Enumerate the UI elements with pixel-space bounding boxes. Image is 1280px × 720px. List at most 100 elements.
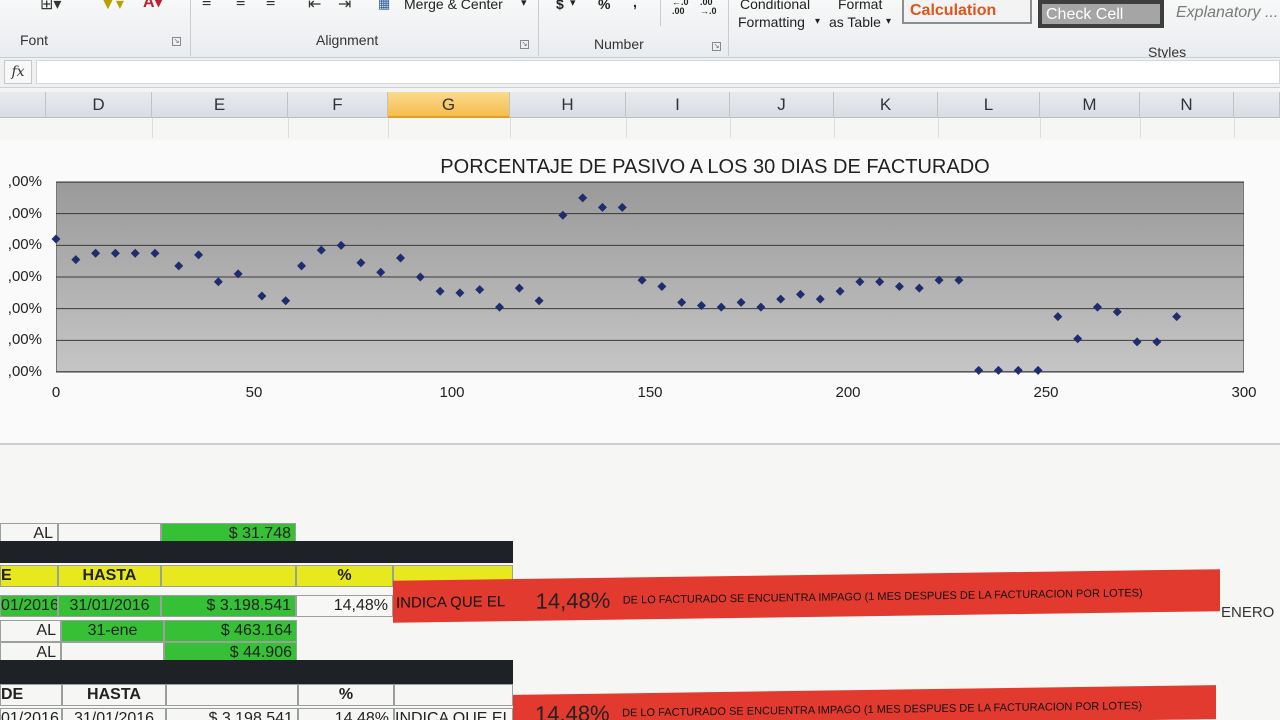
- column-header-f[interactable]: F: [288, 92, 388, 118]
- data-point[interactable]: [558, 210, 568, 220]
- comma-button[interactable]: ,: [633, 0, 637, 10]
- data-point[interactable]: [1172, 312, 1182, 322]
- data-point[interactable]: [130, 248, 140, 258]
- format-table-dropdown-icon[interactable]: ▾: [886, 16, 891, 27]
- format-table-label-1[interactable]: Format: [838, 0, 882, 12]
- data-point[interactable]: [1092, 302, 1102, 312]
- currency-dropdown-icon[interactable]: ▾: [570, 0, 576, 9]
- data-point[interactable]: [336, 240, 346, 250]
- column-header-n[interactable]: N: [1140, 92, 1234, 118]
- cell-value-2[interactable]: $ 463.164: [164, 620, 297, 642]
- column-header-partial[interactable]: [0, 92, 46, 118]
- align-center-icon[interactable]: ≡: [236, 0, 245, 12]
- merge-center-button[interactable]: Merge & Center: [404, 0, 503, 12]
- data-point[interactable]: [776, 294, 786, 304]
- currency-button[interactable]: $: [556, 0, 564, 12]
- cell-pct[interactable]: 14,48%: [296, 595, 393, 617]
- fill-color-icon[interactable]: ▼▾: [100, 0, 124, 14]
- column-header-e[interactable]: E: [152, 92, 288, 118]
- data-point[interactable]: [376, 267, 386, 277]
- header-pct[interactable]: %: [296, 565, 393, 587]
- data-point[interactable]: [1132, 337, 1142, 347]
- data-point[interactable]: [1033, 365, 1043, 375]
- header-pct-2[interactable]: %: [298, 684, 394, 706]
- data-point[interactable]: [316, 245, 326, 255]
- data-point[interactable]: [835, 286, 845, 296]
- data-point[interactable]: [257, 291, 267, 301]
- insert-function-button[interactable]: fx: [4, 60, 32, 84]
- cell-hasta-date[interactable]: 31/01/2016: [58, 595, 161, 617]
- cell-total-value[interactable]: $ 3.198.541: [161, 595, 296, 617]
- conditional-formatting-label-2[interactable]: Formatting: [738, 14, 805, 30]
- data-point[interactable]: [1053, 312, 1063, 322]
- data-point[interactable]: [455, 288, 465, 298]
- cell-hasta-date-2[interactable]: 31/01/2016: [62, 708, 166, 720]
- data-point[interactable]: [795, 289, 805, 299]
- data-point[interactable]: [110, 248, 120, 258]
- data-point[interactable]: [974, 365, 984, 375]
- header-empty[interactable]: [166, 684, 298, 706]
- data-point[interactable]: [297, 261, 307, 271]
- data-point[interactable]: [716, 302, 726, 312]
- data-point[interactable]: [514, 283, 524, 293]
- data-point[interactable]: [51, 234, 61, 244]
- data-point[interactable]: [475, 285, 485, 295]
- number-launcher-icon[interactable]: ↘: [712, 42, 721, 51]
- header-empty[interactable]: [161, 565, 296, 587]
- data-point[interactable]: [993, 365, 1003, 375]
- percent-button[interactable]: %: [598, 0, 610, 12]
- font-launcher-icon[interactable]: ↘: [172, 37, 181, 46]
- data-point[interactable]: [756, 302, 766, 312]
- data-point[interactable]: [356, 258, 366, 268]
- header-desde-2[interactable]: DE: [0, 684, 62, 706]
- header-hasta[interactable]: HASTA: [58, 565, 161, 587]
- header-desde[interactable]: E: [0, 565, 58, 587]
- column-header-k[interactable]: K: [834, 92, 938, 118]
- cell-pct-2[interactable]: 14,48%: [298, 708, 394, 720]
- data-point[interactable]: [91, 248, 101, 258]
- data-point[interactable]: [597, 202, 607, 212]
- column-header-i[interactable]: I: [626, 92, 730, 118]
- data-point[interactable]: [1152, 337, 1162, 347]
- borders-icon[interactable]: ⊞▾: [40, 0, 61, 14]
- conditional-formatting-dropdown-icon[interactable]: ▾: [815, 16, 820, 27]
- cell-al-2[interactable]: AL: [0, 620, 61, 642]
- decrease-indent-icon[interactable]: ⇤: [308, 0, 321, 14]
- conditional-formatting-label-1[interactable]: Conditional: [740, 0, 810, 12]
- align-left-icon[interactable]: ≡: [202, 0, 211, 12]
- data-point[interactable]: [435, 286, 445, 296]
- data-point[interactable]: [894, 282, 904, 291]
- chart[interactable]: PORCENTAJE DE PASIVO A LOS 30 DIAS DE FA…: [0, 140, 1280, 445]
- cell-desde-date[interactable]: 01/2016: [0, 595, 58, 617]
- data-point[interactable]: [815, 294, 825, 304]
- align-right-icon[interactable]: ≡: [266, 0, 275, 12]
- data-point[interactable]: [617, 202, 627, 212]
- data-point[interactable]: [534, 296, 544, 306]
- data-point[interactable]: [396, 253, 406, 263]
- data-point[interactable]: [281, 296, 291, 306]
- column-header-l[interactable]: L: [938, 92, 1040, 118]
- data-point[interactable]: [1013, 365, 1023, 375]
- data-point[interactable]: [150, 248, 160, 258]
- data-point[interactable]: [578, 193, 588, 203]
- format-table-label-2[interactable]: as Table: [829, 14, 881, 30]
- cell-desde-date-2[interactable]: 01/2016: [0, 708, 62, 720]
- header-hasta-2[interactable]: HASTA: [62, 684, 166, 706]
- data-point[interactable]: [677, 297, 687, 307]
- data-point[interactable]: [736, 297, 746, 307]
- column-header-m[interactable]: M: [1040, 92, 1140, 118]
- column-header-h[interactable]: H: [510, 92, 626, 118]
- style-check-cell[interactable]: Check Cell: [1038, 0, 1164, 28]
- cell-31-ene[interactable]: 31-ene: [61, 620, 164, 642]
- alignment-launcher-icon[interactable]: ↘: [520, 40, 529, 49]
- header-empty[interactable]: [394, 684, 513, 706]
- column-header-partial[interactable]: [1234, 92, 1280, 118]
- data-point[interactable]: [495, 302, 505, 312]
- column-header-d[interactable]: D: [46, 92, 152, 118]
- data-point[interactable]: [1073, 334, 1083, 344]
- style-explanatory[interactable]: Explanatory ...: [1170, 0, 1280, 28]
- data-point[interactable]: [174, 261, 184, 271]
- column-header-j[interactable]: J: [730, 92, 834, 118]
- merge-dropdown-icon[interactable]: ▾: [521, 0, 527, 9]
- data-point[interactable]: [657, 282, 667, 291]
